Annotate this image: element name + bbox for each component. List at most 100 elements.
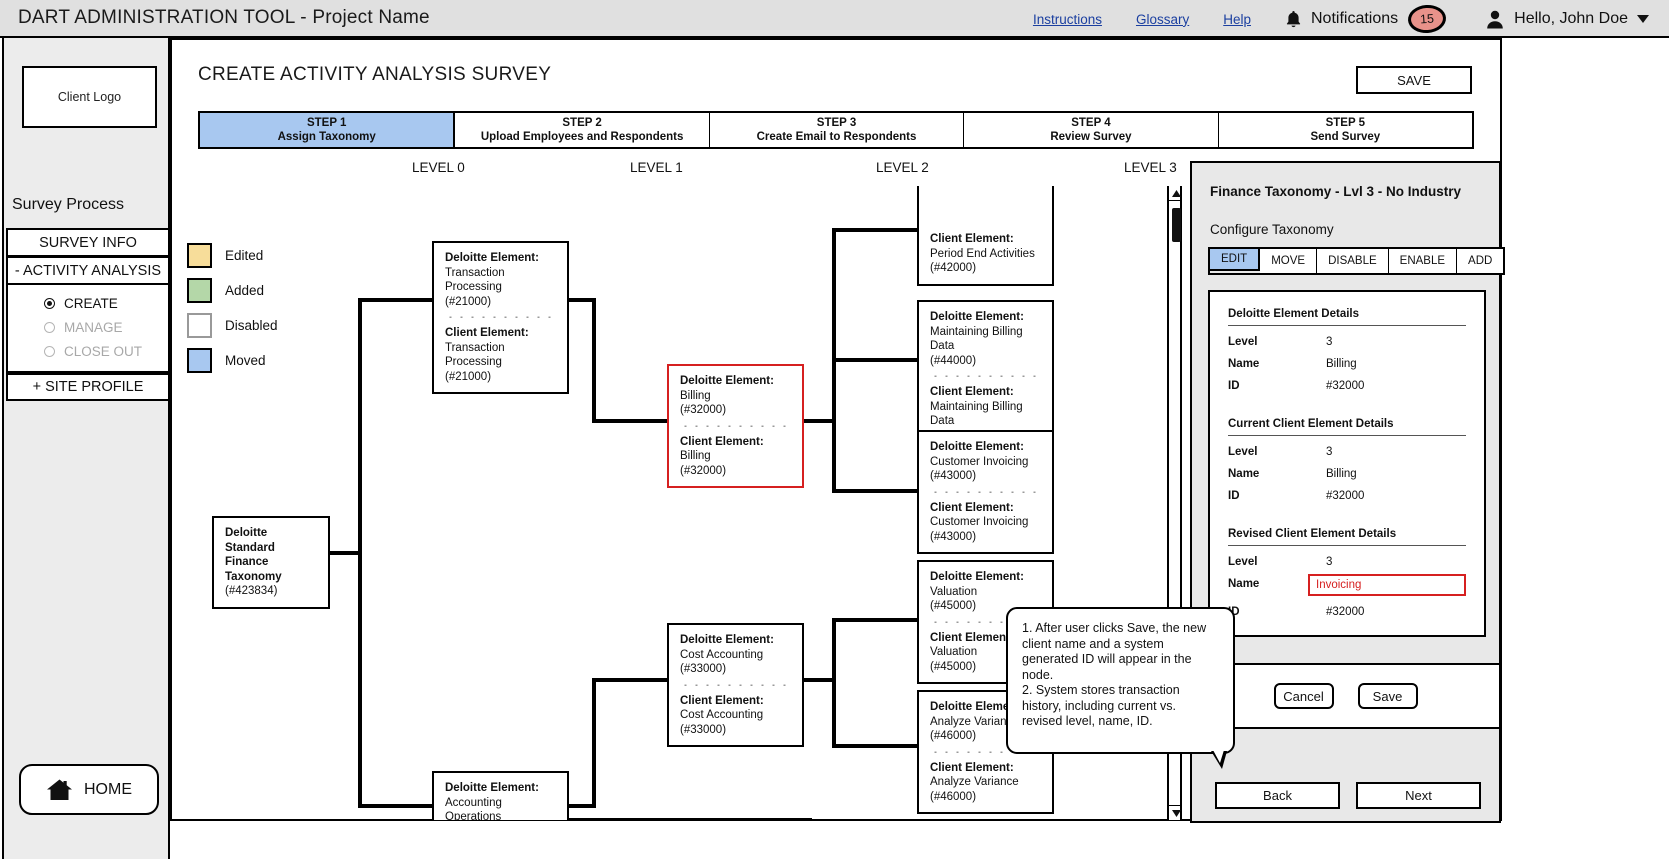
deloitte-element-label: Deloitte Element: [680,375,774,387]
deloitte-element-name: Cost Accounting [680,648,764,661]
client-element-label: Client Element: [930,233,1014,245]
deloitte-element-id: (#33000) [680,663,727,675]
detail-row-name: Name Billing [1228,468,1466,480]
glossary-link[interactable]: Glossary [1136,12,1189,27]
tree-edge [592,678,668,682]
tab-step-3[interactable]: STEP 3 Create Email to Respondents [709,113,965,147]
tab-move[interactable]: MOVE [1260,249,1318,273]
notifications-button[interactable]: Notifications 15 [1285,3,1448,35]
revised-name-input[interactable] [1308,574,1466,596]
tree-node-accounting-operations[interactable]: Deloitte Element: Accounting Operations … [432,771,569,820]
legend-swatch-added [187,278,212,303]
legend-label-disabled: Disabled [225,318,278,333]
scroll-down-button[interactable] [1169,805,1182,820]
deloitte-element-id: (#32000) [680,404,727,416]
tree-edge [832,358,836,493]
client-element-name: Period End Activities [930,247,1035,260]
detail-value: #32000 [1326,380,1365,392]
deloitte-element-label: Deloitte Element: [680,634,774,646]
client-element-name: Cost Accounting [680,709,764,721]
legend-swatch-edited [187,243,212,268]
tab-enable[interactable]: ENABLE [1388,249,1458,273]
main-content: CREATE ACTIVITY ANALYSIS SURVEY SAVE STE… [170,38,1506,823]
detail-row-id: ID #32000 [1228,380,1466,392]
tab-step-4[interactable]: STEP 4 Review Survey [964,113,1219,147]
panel-action-bar: Cancel Save [1192,663,1499,729]
detail-value: 3 [1326,556,1333,568]
step-5-number: STEP 5 [1325,117,1366,129]
step-1-number: STEP 1 [306,117,347,129]
sidebar-subitem-create[interactable]: CREATE [8,291,168,315]
tab-edit[interactable]: EDIT [1208,247,1261,271]
tab-disable[interactable]: DISABLE [1317,249,1389,273]
sidebar-subitem-create-label: CREATE [64,295,118,311]
sidebar-item-site-profile[interactable]: + SITE PROFILE [6,373,170,401]
tab-step-1[interactable]: STEP 1 Assign Taxonomy [198,111,456,149]
element-details-card: Deloitte Element Details Level 3 Name Bi… [1208,290,1486,637]
sidebar-subitem-close-out[interactable]: CLOSE OUT [8,339,168,363]
step-2-number: STEP 2 [562,117,602,129]
home-button[interactable]: HOME [19,764,159,815]
tree-node-billing-selected[interactable]: Deloitte Element: Billing (#32000) Clien… [667,364,804,488]
tree-node-period-end-activities[interactable]: Client Element: Period End Activities (#… [917,186,1054,286]
deloitte-element-label: Deloitte Element: [445,782,539,794]
user-menu[interactable]: Hello, John Doe [1486,10,1649,29]
client-element-id: (#21000) [445,370,492,383]
client-element-label: Client Element: [680,435,764,448]
detail-row-id: ID #32000 [1228,606,1466,618]
node-divider [930,490,1042,493]
panel-title: Finance Taxonomy - Lvl 3 - No Industry [1210,184,1462,199]
tree-node-customer-invoicing[interactable]: Deloitte Element: Customer Invoicing (#4… [917,430,1054,554]
node-divider [680,424,792,427]
node-divider [930,375,1042,377]
callout-tail-inner [1213,750,1224,763]
sidebar-item-survey-info[interactable]: SURVEY INFO [6,228,170,256]
sidebar: Client Logo Survey Process SURVEY INFO -… [2,38,170,859]
configure-action-tabs: EDIT MOVE DISABLE ENABLE ADD [1208,247,1506,275]
home-button-label: HOME [84,780,132,798]
tree-node-root[interactable]: Deloitte Standard Finance Taxonomy (#423… [212,516,330,609]
detail-row-name-editable: Name [1228,574,1466,596]
tree-edge [358,804,434,808]
deloitte-element-id: (#21000) [445,295,492,308]
client-element-label: Client Element: [930,761,1014,774]
tab-add[interactable]: ADD [1457,249,1504,273]
help-link[interactable]: Help [1223,12,1251,27]
step-4-label: Review Survey [1050,131,1132,143]
tab-step-2[interactable]: STEP 2 Upload Employees and Respondents [455,113,710,147]
detail-key: Name [1228,468,1260,480]
sidebar-subitem-manage[interactable]: MANAGE [8,315,168,339]
sidebar-item-activity-analysis[interactable]: - ACTIVITY ANALYSIS [6,256,170,284]
chevron-down-icon[interactable] [1637,15,1649,23]
tree-node-cost-accounting[interactable]: Deloitte Element: Cost Accounting (#3300… [667,623,804,747]
user-avatar-icon [1487,10,1503,28]
sidebar-subitems: CREATE MANAGE CLOSE OUT [6,284,170,373]
tree-node-root-id: (#423834) [225,585,278,597]
sidebar-subitem-manage-label: MANAGE [64,319,123,335]
detail-key: Name [1228,578,1260,590]
deloitte-element-name: Billing [680,389,711,402]
save-button-top[interactable]: SAVE [1356,66,1472,94]
save-button-panel[interactable]: Save [1357,683,1418,709]
detail-row-level: Level 3 [1228,336,1466,348]
deloitte-element-label: Deloitte Element: [445,252,539,264]
detail-value: 3 [1326,336,1333,348]
client-element-id: (#32000) [680,464,727,477]
client-element-name: Maintaining Billing Data [930,400,1023,428]
scroll-up-button[interactable] [1169,186,1182,201]
tab-step-5[interactable]: STEP 5 Send Survey [1218,113,1473,147]
client-element-id: (#33000) [680,723,727,736]
deloitte-element-name: Customer Invoicing [930,455,1029,468]
deloitte-element-name: Accounting Operations [445,796,502,821]
annotation-callout-text: 1. After user clicks Save, the new clien… [1022,621,1207,728]
instructions-link[interactable]: Instructions [1033,12,1102,27]
detail-value: #32000 [1326,490,1365,502]
next-button[interactable]: Next [1356,782,1481,809]
level-headers: LEVEL 0 LEVEL 1 LEVEL 2 LEVEL 3 [182,160,1362,186]
back-button[interactable]: Back [1215,782,1340,809]
scrollbar-thumb[interactable] [1172,208,1181,242]
tree-node-transaction-processing[interactable]: Deloitte Element: Transaction Processing… [432,241,569,394]
detail-value: Billing [1326,468,1357,480]
client-element-label: Client Element: [680,694,764,707]
cancel-button[interactable]: Cancel [1273,683,1334,709]
